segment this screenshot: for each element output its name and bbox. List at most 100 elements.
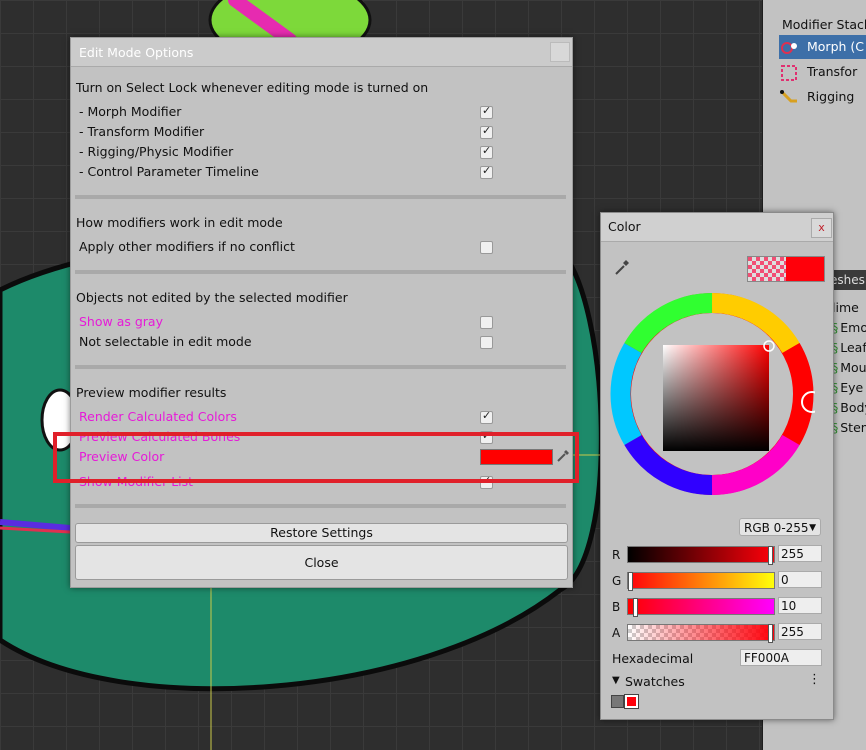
morph-icon <box>779 39 801 57</box>
color-wheel[interactable] <box>609 291 815 497</box>
modifier-item-rigging[interactable]: Rigging <box>779 85 866 109</box>
check-icon: ✓ <box>482 144 492 157</box>
option-row: - Rigging/Physic Modifier ✓ <box>71 142 572 162</box>
option-label: Apply other modifiers if no conflict <box>79 239 295 254</box>
channel-value-input[interactable]: 10 <box>778 597 822 614</box>
channel-slider[interactable] <box>627 624 775 643</box>
previous-color-swatch <box>748 257 786 281</box>
swatches-label[interactable]: Swatches <box>625 674 685 689</box>
option-label: - Transform Modifier <box>79 124 205 139</box>
color-preview <box>747 256 825 282</box>
channel-row-b: B 10 <box>601 597 833 617</box>
color-titlebar[interactable]: Color x <box>601 213 833 242</box>
more-options-icon[interactable]: ⋮ <box>808 672 821 687</box>
transform-icon <box>779 64 801 82</box>
option-checkbox[interactable]: ✓ <box>480 144 493 159</box>
color-mode-label: RGB 0-255 <box>744 521 809 535</box>
slider-thumb[interactable] <box>628 572 633 591</box>
section-title: Turn on Select Lock whenever editing mod… <box>76 80 429 95</box>
option-label: - Morph Modifier <box>79 104 182 119</box>
color-mode-dropdown[interactable]: RGB 0-255 ▼ <box>739 518 821 536</box>
check-icon: ✓ <box>482 164 492 177</box>
option-checkbox[interactable]: ✓ <box>480 164 493 179</box>
section-divider <box>75 365 566 369</box>
section-divider <box>75 270 566 274</box>
chevron-down-icon: ▼ <box>809 523 816 533</box>
mesh-label: Leaf <box>840 340 866 355</box>
option-row: Not selectable in edit mode <box>71 332 572 352</box>
triangle-down-icon[interactable]: ▼ <box>612 675 620 686</box>
swatch-gray[interactable] <box>611 695 624 708</box>
restore-settings-button[interactable]: Restore Settings <box>75 523 568 543</box>
channel-slider[interactable] <box>627 546 775 565</box>
channel-value-input[interactable]: 255 <box>778 545 822 562</box>
mesh-item[interactable]: §Body <box>832 400 866 415</box>
swatch-red[interactable] <box>624 694 639 709</box>
mesh-label: Stem <box>840 420 866 435</box>
modifier-item-transform[interactable]: Transfor <box>779 60 866 84</box>
option-label: Render Calculated Colors <box>79 409 237 424</box>
option-row: Show as gray <box>71 312 572 332</box>
mesh-item[interactable]: § Eye <box>832 380 863 395</box>
option-label: - Control Parameter Timeline <box>79 164 259 179</box>
channel-label: G <box>612 574 622 588</box>
option-checkbox[interactable]: ✓ <box>480 104 493 119</box>
modifier-label: Morph (C <box>807 39 865 54</box>
color-picker-dialog: Color x RGB 0-255 ▼ R 255 G 0 B 10 A 255… <box>600 212 834 720</box>
channel-slider[interactable] <box>627 572 775 591</box>
dialog-close-icon[interactable] <box>550 42 570 62</box>
slider-thumb[interactable] <box>633 598 638 617</box>
modifier-label: Transfor <box>807 64 858 79</box>
mesh-item[interactable]: lime <box>832 300 859 315</box>
option-checkbox[interactable] <box>480 316 493 329</box>
mesh-label: Eye <box>840 380 864 395</box>
modifier-stack-header: Modifier Stack <box>782 17 866 32</box>
channel-slider[interactable] <box>627 598 775 617</box>
section-title: Objects not edited by the selected modif… <box>76 290 348 305</box>
mesh-label: Mou <box>840 360 866 375</box>
close-button[interactable]: Close <box>75 545 568 580</box>
edit-mode-options-dialog: Edit Mode Options Turn on Select Lock wh… <box>70 37 573 588</box>
eyedropper-icon[interactable] <box>613 258 631 276</box>
channel-value-input[interactable]: 0 <box>778 571 822 588</box>
mesh-item[interactable]: § Emo <box>832 320 866 335</box>
dialog-title: Edit Mode Options <box>79 45 194 60</box>
close-icon[interactable]: x <box>811 218 832 238</box>
channel-row-g: G 0 <box>601 571 833 591</box>
mesh-label: Emo <box>840 320 866 335</box>
channel-value-input[interactable]: 255 <box>778 623 822 640</box>
option-checkbox[interactable]: ✓ <box>480 409 493 424</box>
option-label: Show as gray <box>79 314 163 329</box>
check-icon: ✓ <box>482 409 492 422</box>
option-checkbox[interactable] <box>480 241 493 254</box>
color-title: Color <box>608 219 641 234</box>
hex-label: Hexadecimal <box>612 651 694 666</box>
current-color-swatch <box>786 257 824 281</box>
section-divider <box>75 195 566 199</box>
hex-input[interactable]: FF000A <box>740 649 822 666</box>
slider-thumb[interactable] <box>768 546 773 565</box>
option-row: Apply other modifiers if no conflict <box>71 237 572 257</box>
modifier-item-morph[interactable]: Morph (C <box>779 35 866 59</box>
option-row: Render Calculated Colors ✓ <box>71 407 572 427</box>
channel-row-r: R 255 <box>601 545 833 565</box>
option-checkbox[interactable]: ✓ <box>480 124 493 139</box>
channel-label: A <box>612 626 621 640</box>
check-icon: ✓ <box>482 124 492 137</box>
mesh-item[interactable]: § Mou <box>832 360 866 375</box>
mesh-item[interactable]: § Leaf <box>832 340 866 355</box>
mesh-item[interactable]: §Stem <box>832 420 866 435</box>
dialog-titlebar[interactable]: Edit Mode Options <box>71 38 572 67</box>
option-label: - Rigging/Physic Modifier <box>79 144 234 159</box>
option-row: - Control Parameter Timeline ✓ <box>71 162 572 182</box>
tab-meshes[interactable]: eshes <box>830 270 866 290</box>
rigging-icon <box>779 89 801 107</box>
slider-thumb[interactable] <box>768 624 773 643</box>
option-checkbox[interactable] <box>480 336 493 349</box>
channel-label: R <box>612 548 621 562</box>
option-row: - Transform Modifier ✓ <box>71 122 572 142</box>
modifier-label: Rigging <box>807 89 855 104</box>
section-title: Preview modifier results <box>76 385 227 400</box>
option-label: Not selectable in edit mode <box>79 334 252 349</box>
mesh-label: Body <box>840 400 866 415</box>
